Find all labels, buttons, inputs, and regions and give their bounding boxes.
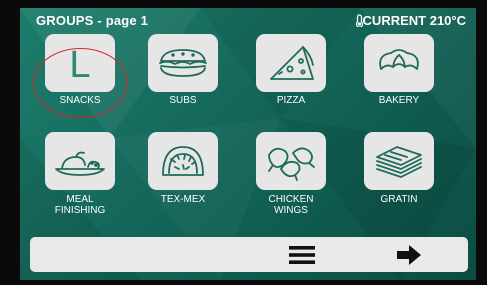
meal-plate-icon bbox=[55, 151, 105, 176]
taco-icon bbox=[162, 146, 204, 176]
group-label-pizza: PIZZA bbox=[276, 95, 306, 106]
croissant-icon bbox=[379, 49, 419, 70]
group-label-meal-finishing: MEAL FINISHING bbox=[30, 194, 130, 216]
meal-finishing-text: MEAL FINISHING bbox=[54, 194, 106, 216]
hamburger-menu-icon[interactable] bbox=[287, 244, 317, 266]
gratin-dish-icon bbox=[376, 146, 422, 178]
page-title: GROUPS - page 1 bbox=[36, 13, 149, 28]
svg-text:L: L bbox=[69, 44, 90, 85]
snacks-letter-icon: L bbox=[69, 44, 90, 85]
group-label-tex-mex: TEX-MEX bbox=[160, 194, 206, 205]
group-label-bakery: BAKERY bbox=[378, 95, 420, 106]
bottom-navigation-bar bbox=[30, 237, 468, 272]
chicken-wings-text: CHICKEN WINGS bbox=[268, 194, 314, 216]
oven-screen: GROUPS - page 1 CURRENT 210°C L SNACKS S… bbox=[20, 8, 476, 280]
group-tile-meal-finishing[interactable] bbox=[45, 132, 115, 190]
group-label-subs: SUBS bbox=[169, 95, 197, 106]
group-tile-bakery[interactable] bbox=[364, 34, 434, 92]
sub-sandwich-icon bbox=[159, 49, 207, 77]
pizza-slice-icon bbox=[270, 46, 314, 80]
group-tile-subs[interactable] bbox=[148, 34, 218, 92]
group-tile-tex-mex[interactable] bbox=[148, 132, 218, 190]
arrow-right-icon[interactable] bbox=[395, 243, 423, 267]
group-label-snacks: SNACKS bbox=[59, 95, 101, 106]
group-tile-chicken-wings[interactable] bbox=[256, 132, 326, 190]
group-label-gratin: GRATIN bbox=[380, 194, 418, 205]
current-temperature-text: CURRENT 210°C bbox=[362, 13, 466, 28]
group-label-chicken-wings: CHICKEN WINGS bbox=[241, 194, 341, 216]
group-tile-pizza[interactable] bbox=[256, 34, 326, 92]
current-temperature: CURRENT 210°C bbox=[355, 13, 466, 28]
group-tile-snacks[interactable]: L bbox=[45, 34, 115, 92]
chicken-wings-icon bbox=[268, 147, 315, 181]
group-tile-gratin[interactable] bbox=[364, 132, 434, 190]
